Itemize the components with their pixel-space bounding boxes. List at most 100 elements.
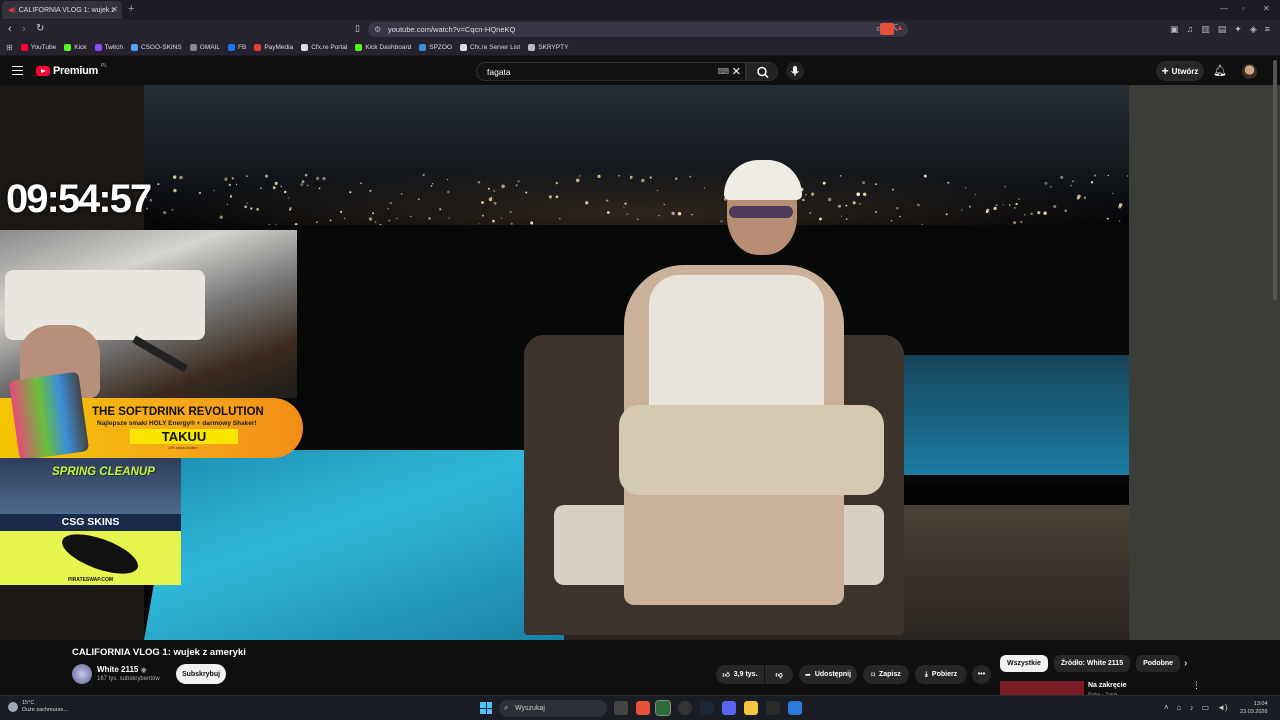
more-actions-button[interactable]: ••• [972, 665, 991, 684]
tab-title: CALIFORNIA VLOG 1: wujek z [18, 6, 115, 14]
browser-tab-bar: ◀) CALIFORNIA VLOG 1: wujek z ✕ + — ▫ ✕ [0, 0, 1280, 20]
network-icon[interactable]: ⌂ [1177, 703, 1182, 712]
bookmark-icon[interactable]: ▯ [355, 23, 360, 34]
account-avatar[interactable] [1242, 64, 1257, 79]
bookmark-kick-dashboard[interactable]: Kick Dashboard [355, 43, 411, 51]
video-player[interactable]: 09:54:57 THE SOFTDRINK REVOLUTION Najlep… [0, 85, 1280, 640]
volume-icon[interactable]: ◄) [1217, 703, 1228, 712]
weather-widget[interactable]: 15°C Duże zachmurze... [8, 700, 68, 714]
video-title: CALIFORNIA VLOG 1: wujek z ameryki [72, 647, 246, 658]
bookmark-kick[interactable]: Kick [64, 43, 87, 51]
search-icon: ⌕ [504, 703, 509, 712]
keyboard-icon[interactable]: ⌨ [717, 67, 729, 76]
start-button[interactable] [480, 702, 492, 714]
dislike-button[interactable]: 👎︎ [765, 665, 793, 684]
thumbs-down-icon: 👎︎ [775, 672, 783, 679]
create-button[interactable]: + Utwórz [1156, 61, 1204, 81]
browser-tab[interactable]: ◀) CALIFORNIA VLOG 1: wujek z ✕ [2, 1, 122, 19]
panel-icon[interactable]: ▥ [1201, 24, 1210, 35]
notifications-bell-icon[interactable]: 🔔︎ [1213, 64, 1227, 77]
brave-shield-icon[interactable] [880, 23, 894, 35]
bookmark-youtube[interactable]: YouTube [20, 43, 56, 51]
menu-icon[interactable]: ≡ [1265, 24, 1270, 35]
bookmark-skrypty[interactable]: SKRYPTY [528, 43, 568, 51]
steam-app-icon[interactable] [700, 701, 714, 715]
apps-grid-icon[interactable]: ⊞ [6, 43, 13, 52]
plus-icon: + [1161, 64, 1169, 78]
chip-all[interactable]: Wszystkie [1000, 655, 1048, 672]
obs-app-icon[interactable] [678, 701, 692, 715]
vscode-app-icon[interactable] [788, 701, 802, 715]
taskbar-search[interactable]: ⌕ Wyszukaj [499, 700, 607, 717]
download-button[interactable]: ⤓ Pobierz [915, 665, 967, 684]
save-button[interactable]: ⌑ Zapisz [863, 665, 909, 684]
related-more-icon[interactable]: ⋮ [1192, 680, 1201, 691]
page-scrollbar[interactable] [1273, 60, 1277, 300]
microphone-icon [791, 66, 799, 76]
video-frame-right [1129, 85, 1280, 640]
system-tray: ˄ ⌂ ♪ ▭ ◄) [1164, 703, 1228, 712]
mic-tray-icon[interactable]: ♪ [1190, 703, 1194, 712]
chevron-right-icon[interactable]: › [1184, 658, 1187, 669]
bookmark-gmail[interactable]: GMAIL [189, 43, 220, 51]
bookmarks-bar: ⊞ YouTube Kick Twitch CSGO-SKINS GMAIL F… [0, 39, 1280, 56]
search-input[interactable]: fagata ⌨ ✕ [476, 62, 746, 81]
related-video-thumbnail[interactable] [1000, 681, 1084, 695]
like-button[interactable]: 👍︎ 3,9 tys. [716, 665, 764, 684]
audio-icon: ◀) [8, 7, 16, 14]
brave-rewards-icon[interactable]: ▲ [896, 23, 904, 32]
brave-app-icon[interactable] [636, 701, 650, 715]
sponsor-banner-drink: THE SOFTDRINK REVOLUTION Najlepsze smaki… [0, 371, 303, 461]
guide-menu-icon[interactable] [12, 66, 23, 75]
forward-button[interactable]: › [22, 23, 26, 35]
subscriber-count: 167 tys. subskrybentów [97, 676, 160, 682]
channel-name[interactable]: White 2115 ◉ [97, 665, 147, 674]
back-button[interactable]: ‹ [8, 23, 12, 35]
youtube-logo[interactable]: Premium PL [36, 63, 107, 77]
reload-button[interactable]: ↻ [36, 23, 44, 34]
bookmark-save-icon: ⌑ [871, 671, 875, 679]
video-info: CALIFORNIA VLOG 1: wujek z ameryki White… [0, 640, 1280, 698]
bookmark-csgo-skins[interactable]: CSGO-SKINS [130, 43, 182, 51]
bookmark-fb[interactable]: FB [228, 43, 246, 51]
address-bar-row: ‹ › ↻ ▯ ⚙ youtube.com/watch?v=Cqcn-HQneK… [0, 20, 1280, 39]
vpn-icon[interactable]: ◈ [1250, 24, 1257, 35]
task-view-icon[interactable] [614, 701, 628, 715]
related-video-title[interactable]: Na zakręcie [1088, 682, 1127, 689]
close-window-button[interactable]: ✕ [1263, 4, 1270, 13]
media-icon[interactable]: ♫ [1186, 24, 1193, 35]
bookmark-spzoo[interactable]: SPZOO [419, 43, 452, 51]
chip-similar[interactable]: Podobne [1136, 655, 1181, 672]
tray-chevron-icon[interactable]: ˄ [1164, 703, 1169, 712]
restore-button[interactable]: ▫ [1242, 4, 1245, 13]
file-explorer-icon[interactable] [744, 701, 758, 715]
search-button[interactable] [746, 62, 778, 81]
new-tab-button[interactable]: + [128, 3, 134, 15]
subscribe-button[interactable]: Subskrybuj [176, 664, 226, 684]
site-info-icon[interactable]: ⚙ [374, 25, 381, 34]
url-field[interactable]: ⚙ youtube.com/watch?v=Cqcn-HQneKQ ▭ ⇱ [368, 22, 908, 37]
bookmark-cfx-server-list[interactable]: Cfx.re Server List [460, 43, 520, 51]
chip-source[interactable]: Źródło: White 2115 [1053, 655, 1131, 672]
discord-app-icon[interactable] [722, 701, 736, 715]
bookmark-twitch[interactable]: Twitch [94, 43, 123, 51]
wallet-icon[interactable]: ▤ [1218, 24, 1227, 35]
channel-avatar[interactable] [72, 664, 92, 684]
voice-search-button[interactable] [786, 62, 804, 80]
url-text: youtube.com/watch?v=Cqcn-HQneKQ [388, 25, 516, 34]
bookmark-paymedia[interactable]: PayMedia [254, 43, 293, 51]
minimize-button[interactable]: — [1220, 4, 1228, 13]
extensions-icon[interactable]: ✦ [1234, 24, 1242, 35]
youtube-play-icon [36, 66, 50, 76]
taskbar-clock[interactable]: 13:04 23.03.2026 [1240, 700, 1268, 716]
terminal-app-icon[interactable] [655, 700, 671, 716]
sidebar-icon[interactable]: ▣ [1170, 24, 1179, 35]
cmd-app-icon[interactable] [766, 701, 780, 715]
close-tab-icon[interactable]: ✕ [111, 5, 118, 14]
bookmark-cfx-portal[interactable]: Cfx.re Portal [301, 43, 347, 51]
clear-search-icon[interactable]: ✕ [732, 65, 741, 78]
share-button[interactable]: ➦ Udostępnij [799, 665, 857, 684]
verified-icon: ◉ [140, 667, 147, 674]
windows-taskbar: 15°C Duże zachmurze... ⌕ Wyszukaj ˄ ⌂ ♪ … [0, 695, 1280, 720]
monitor-icon[interactable]: ▭ [1202, 703, 1210, 712]
